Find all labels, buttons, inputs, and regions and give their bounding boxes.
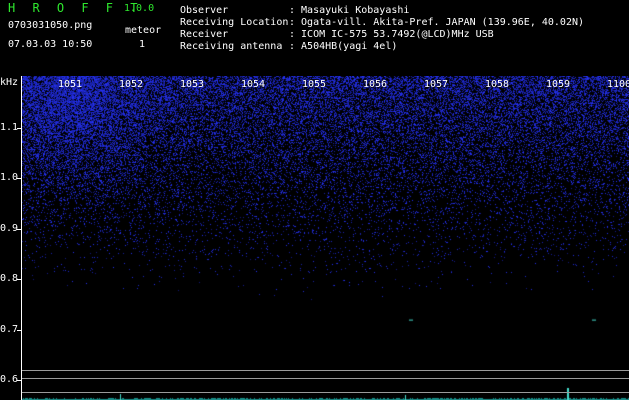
x-tick-label: 1051: [58, 79, 83, 90]
y-unit-label: kHz: [0, 77, 19, 88]
baseline-line: [22, 392, 629, 393]
x-tick-label: 1056: [363, 79, 388, 90]
y-tick-label: 1.1: [0, 122, 19, 133]
spectrogram-panel: kHz 1.1 1.0 0.9 0.8 0.7 0.6 1051 1052 1053 1054 1…: [0, 76, 629, 400]
x-tick-label: 1057: [424, 79, 449, 90]
baseline-line: [22, 370, 629, 371]
x-tick-label: 1059: [546, 79, 571, 90]
hrofft-window: H R O F F T 1.0.0 0703031050.png 07.03.0…: [0, 0, 629, 400]
x-tick-label: 1052: [119, 79, 144, 90]
receiver-label: Receiver: [180, 29, 229, 40]
meteor-label: meteor: [125, 25, 162, 36]
x-tick-label: 1053: [180, 79, 205, 90]
spectrogram-heatmap: [22, 76, 629, 400]
observer-label: Observer: [180, 5, 229, 16]
x-tick-label: 1100: [607, 79, 629, 90]
app-title: H R O F F T: [8, 1, 143, 15]
capture-datetime: 07.03.03 10:50: [8, 39, 93, 50]
app-version: 1.0.0: [124, 3, 155, 14]
observer-value: : Masayuki Kobayashi: [289, 5, 410, 16]
baseline-line: [22, 378, 629, 379]
x-tick-label: 1058: [485, 79, 510, 90]
receiver-value: : ICOM IC-575 53.7492(@LCD)MHz USB: [289, 29, 494, 40]
signal-trace: [22, 386, 629, 400]
y-axis-line: [21, 76, 22, 400]
meteor-count: 1: [139, 39, 146, 50]
x-tick-label: 1054: [241, 79, 266, 90]
antenna-label: Receiving antenna: [180, 41, 283, 52]
y-tick-label: 1.0: [0, 172, 19, 184]
y-tick-label: 0.8: [0, 273, 19, 285]
x-tick-label: 1055: [302, 79, 327, 90]
location-label: Receiving Location: [180, 17, 289, 28]
y-tick-label: 0.9: [0, 222, 19, 234]
file-name: 0703031050.png: [8, 20, 93, 31]
y-tick-label: 0.7: [0, 323, 19, 335]
antenna-value: : A504HB(yagi 4el): [289, 41, 398, 52]
y-tick-label: 0.6: [0, 374, 19, 385]
location-value: : Ogata-vill. Akita-Pref. JAPAN (139.96E…: [289, 17, 585, 28]
